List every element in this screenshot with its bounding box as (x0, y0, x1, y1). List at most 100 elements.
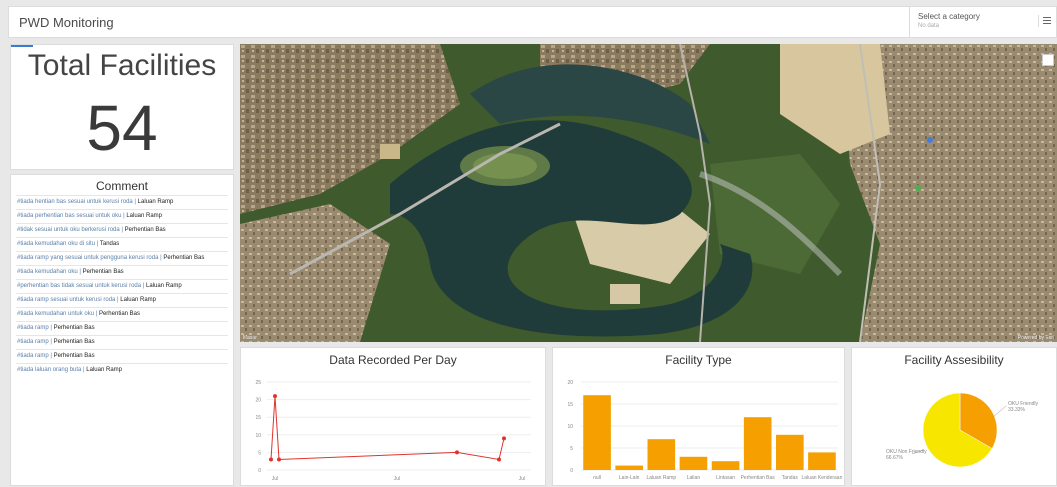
category-selector[interactable]: Select a category No data (909, 7, 1039, 37)
data-point[interactable] (497, 457, 501, 462)
y-tick-label: 0 (570, 468, 573, 474)
bar[interactable] (615, 465, 644, 470)
y-tick-label: 5 (570, 446, 573, 452)
panel-accent (11, 45, 33, 47)
comment-item[interactable]: #tiada ramp sesuai untuk kerusi roda | L… (16, 293, 228, 307)
comment-facility-type: Perhentian Bas (163, 255, 205, 261)
data-point[interactable] (273, 394, 277, 399)
comment-facility-type: Perhentian Bas (98, 311, 140, 317)
x-tick-label: null (593, 475, 601, 481)
bar[interactable] (711, 461, 740, 470)
data-point[interactable] (455, 450, 459, 455)
x-tick-label: Laluan Ramp (646, 475, 676, 481)
comment-facility-type: Perhentian Bas (53, 339, 95, 345)
line-chart-svg: 0 5 10 15 20 25 Jul Jul Jul (255, 380, 531, 482)
bar[interactable] (775, 434, 804, 470)
y-tick-label: 15 (255, 415, 261, 421)
app-header: PWD Monitoring Select a category No data (8, 6, 1057, 38)
comment-list-panel: Comment #tiada hentian bas sesuai untuk … (10, 174, 234, 486)
chart-title: Data Recorded Per Day (329, 353, 457, 367)
comment-item[interactable]: #tiada perhentian bas sesuai untuk oku |… (16, 209, 228, 223)
x-tick-label: Lain-Lain (619, 475, 640, 481)
comment-item[interactable]: #tidak sesuai untuk oku berkerusi roda |… (16, 223, 228, 237)
comment-text: #tiada kemudahan oku di situ (17, 241, 96, 247)
comment-item[interactable]: #tiada ramp | Perhentian Bas (16, 321, 228, 335)
series-line (270, 396, 505, 461)
comment-item[interactable]: #tiada kemudahan oku di situ | Tandas (16, 237, 228, 251)
category-selector-value: No data (918, 23, 940, 29)
comment-text: #tiada ramp (17, 325, 49, 331)
comment-item[interactable]: #tiada ramp | Perhentian Bas (16, 335, 228, 349)
comment-facility-type: Tandas (99, 241, 120, 247)
menu-icon[interactable] (1038, 15, 1052, 27)
y-tick-label: 0 (258, 468, 261, 474)
comment-facility-type: Laluan Ramp (145, 283, 182, 289)
bar[interactable] (583, 395, 611, 470)
bar[interactable] (743, 417, 772, 470)
comment-facility-type: Perhentian Bas (124, 227, 166, 233)
comment-facility-type: Laluan Ramp (86, 367, 122, 373)
satellite-map[interactable] (240, 44, 1057, 342)
comment-text: #tiada ramp yang sesuai untuk pengguna k… (17, 255, 159, 261)
y-tick-label: 15 (567, 402, 573, 408)
data-point[interactable] (277, 457, 281, 462)
x-tick-label: Lalian (687, 475, 701, 481)
x-tick-label: Jul (272, 476, 278, 482)
data-recorded-per-day-chart: Data Recorded Per Day 0 5 10 15 20 25 Jul Jul Ju… (240, 347, 546, 486)
comment-facility-type: Laluan Ramp (120, 297, 156, 303)
comment-list: #tiada hentian bas sesuai untuk kerusi r… (11, 195, 233, 377)
y-tick-label: 20 (255, 398, 261, 404)
comment-text: #tiada kemudahan oku (17, 269, 78, 275)
comment-list-title: Comment (95, 179, 148, 193)
data-point[interactable] (269, 457, 273, 462)
app-title: PWD Monitoring (19, 15, 114, 30)
comment-item[interactable]: #tiada laluan orang buta | Laluan Ramp (16, 363, 228, 377)
total-facilities-value: 54 (86, 92, 158, 164)
map-widget-button[interactable] (1042, 54, 1054, 66)
y-tick-label: 10 (255, 433, 261, 439)
bar[interactable] (679, 456, 708, 470)
comment-item[interactable]: #tiada ramp | Perhentian Bas (16, 349, 228, 363)
chart-title: Facility Type (665, 353, 732, 367)
x-tick-label: Jul (394, 476, 400, 482)
comment-item[interactable]: #tiada ramp yang sesuai untuk pengguna k… (16, 251, 228, 265)
y-tick-label: 5 (258, 450, 261, 456)
comment-item[interactable]: #tiada kemudahan oku | Perhentian Bas (16, 265, 228, 279)
comment-facility-type: Perhentian Bas (53, 353, 95, 359)
map-attribution: Maxar (243, 335, 257, 341)
bar[interactable] (647, 439, 676, 470)
comment-facility-type: Laluan Ramp (137, 199, 174, 205)
comment-item[interactable]: #tiada hentian bas sesuai untuk kerusi r… (16, 195, 228, 209)
comment-facility-type: Laluan Ramp (126, 213, 163, 219)
y-tick-label: 20 (567, 380, 573, 386)
comment-text: #tiada kemudahan untuk oku (17, 311, 95, 317)
x-tick-label: Jul (519, 476, 525, 482)
x-tick-label: Tandas (782, 475, 799, 481)
comment-text: #tiada perhentian bas sesuai untuk oku (17, 213, 122, 219)
comment-facility-type: Perhentian Bas (53, 325, 95, 331)
total-facilities-label: Total Facilities (27, 49, 217, 82)
x-tick-label: Laluan Kenderaan (802, 475, 843, 481)
chart-title: Facility Assesibility (904, 353, 1004, 367)
pie-slice-percent: 33.33% (1008, 407, 1026, 413)
pie-slice-percent: 66.67% (886, 455, 904, 461)
comment-text: #tidak sesuai untuk oku berkerusi roda (17, 227, 120, 233)
comment-facility-type: Perhentian Bas (82, 269, 124, 275)
comment-text: #tiada laluan orang buta (17, 367, 82, 373)
comment-text: #tiada ramp (17, 339, 49, 345)
pie-label-leader (991, 405, 1007, 419)
comment-item[interactable]: #perhentian bas tidak sesuai untuk kerus… (16, 279, 228, 293)
comment-item[interactable]: #tiada kemudahan untuk oku | Perhentian … (16, 307, 228, 321)
facility-type-chart: Facility Type 0 5 10 15 20 null Lain-Lain Lalua… (552, 347, 845, 486)
category-selector-label: Select a category (918, 12, 980, 21)
pie-chart-svg: OKU Friendly33.33%OKU Non Friendly66.67% (886, 392, 1039, 468)
y-tick-label: 25 (255, 380, 261, 386)
comment-text: #perhentian bas tidak sesuai untuk kerus… (17, 283, 142, 289)
comment-text: #tiada hentian bas sesuai untuk kerusi r… (17, 199, 133, 205)
y-tick-label: 10 (567, 424, 573, 430)
bar[interactable] (808, 452, 836, 470)
data-point[interactable] (502, 436, 506, 441)
total-facilities-panel: Total Facilities 54 (10, 44, 234, 170)
map-view[interactable]: Maxar Powered by Esri (240, 44, 1057, 342)
x-tick-label: Lintasan (716, 475, 735, 481)
